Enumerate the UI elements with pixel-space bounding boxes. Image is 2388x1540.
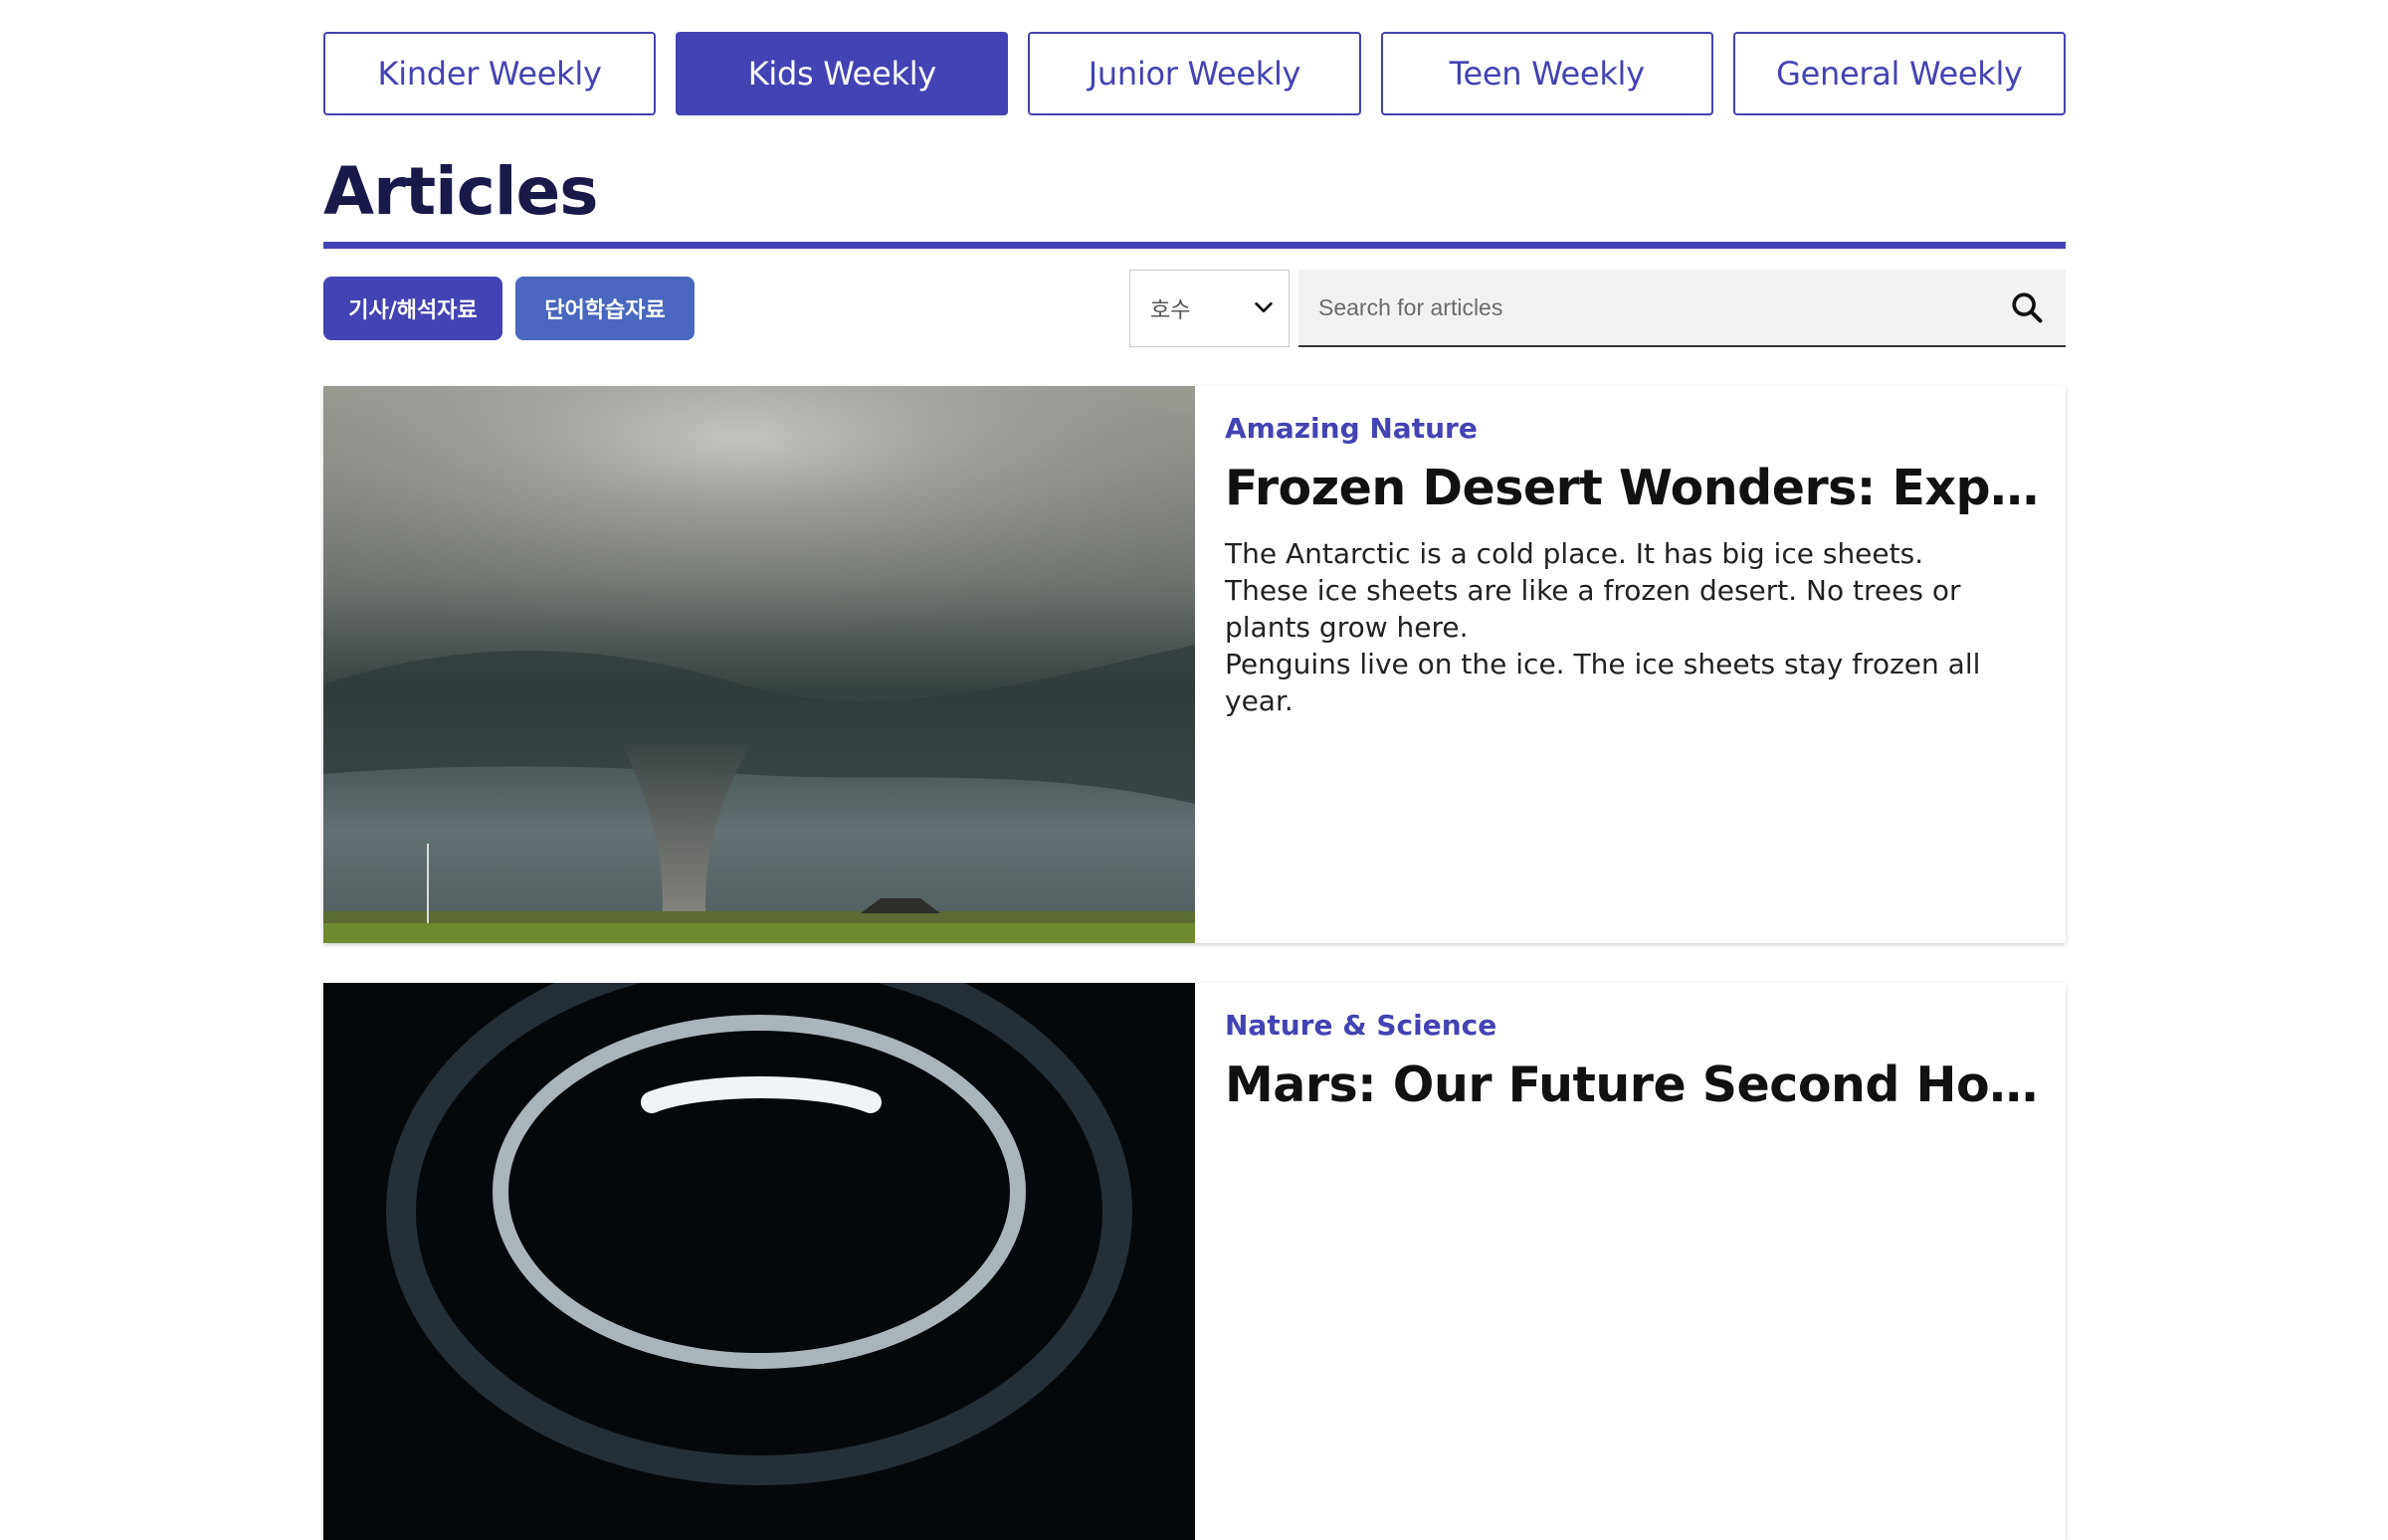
search-input[interactable] [1298, 278, 1945, 337]
article-title[interactable]: Mars: Our Future Second Home? [1225, 1057, 2041, 1113]
chevron-down-icon [1255, 301, 1273, 313]
article-title[interactable]: Frozen Desert Wonders: Exploring... [1225, 460, 2041, 516]
weekly-tabs: Kinder Weekly Kids Weekly Junior Weekly … [323, 32, 2067, 115]
tab-kinder-weekly[interactable]: Kinder Weekly [323, 32, 657, 115]
tornado-image [323, 386, 1195, 943]
vocabulary-button[interactable]: 단어학습자료 [515, 277, 695, 340]
tab-kids-weekly[interactable]: Kids Weekly [676, 32, 1009, 115]
article-card[interactable]: Nature & Science Mars: Our Future Second… [323, 983, 2066, 1540]
page-title: Articles [323, 153, 599, 230]
article-category[interactable]: Nature & Science [1225, 1009, 1496, 1042]
article-thumbnail-mars[interactable] [323, 983, 1195, 1540]
search-bar [1298, 270, 2066, 347]
search-icon[interactable] [2010, 290, 2044, 324]
tab-junior-weekly[interactable]: Junior Weekly [1028, 32, 1361, 115]
helmet-image [323, 983, 1195, 1540]
article-category[interactable]: Amazing Nature [1225, 412, 1478, 445]
excerpt-line: These ice sheets are like a frozen deser… [1225, 574, 1961, 644]
article-excerpt: The Antarctic is a cold place. It has bi… [1225, 535, 2011, 719]
tab-general-weekly[interactable]: General Weekly [1732, 32, 2067, 115]
toolbar: 기사/해석자료 단어학습자료 호수 [323, 270, 2066, 348]
article-thumbnail-tornado[interactable] [323, 386, 1195, 943]
issue-select[interactable]: 호수 [1129, 270, 1290, 347]
excerpt-line: Penguins live on the ice. The ice sheets… [1225, 648, 1981, 717]
title-divider [323, 242, 2066, 249]
article-card[interactable]: Amazing Nature Frozen Desert Wonders: Ex… [323, 386, 2066, 943]
page: Kinder Weekly Kids Weekly Junior Weekly … [323, 0, 2067, 1540]
article-translation-button[interactable]: 기사/해석자료 [323, 277, 502, 340]
issue-select-value: 호수 [1150, 298, 1191, 323]
excerpt-line: The Antarctic is a cold place. It has bi… [1225, 537, 1924, 570]
tab-teen-weekly[interactable]: Teen Weekly [1380, 32, 1713, 115]
